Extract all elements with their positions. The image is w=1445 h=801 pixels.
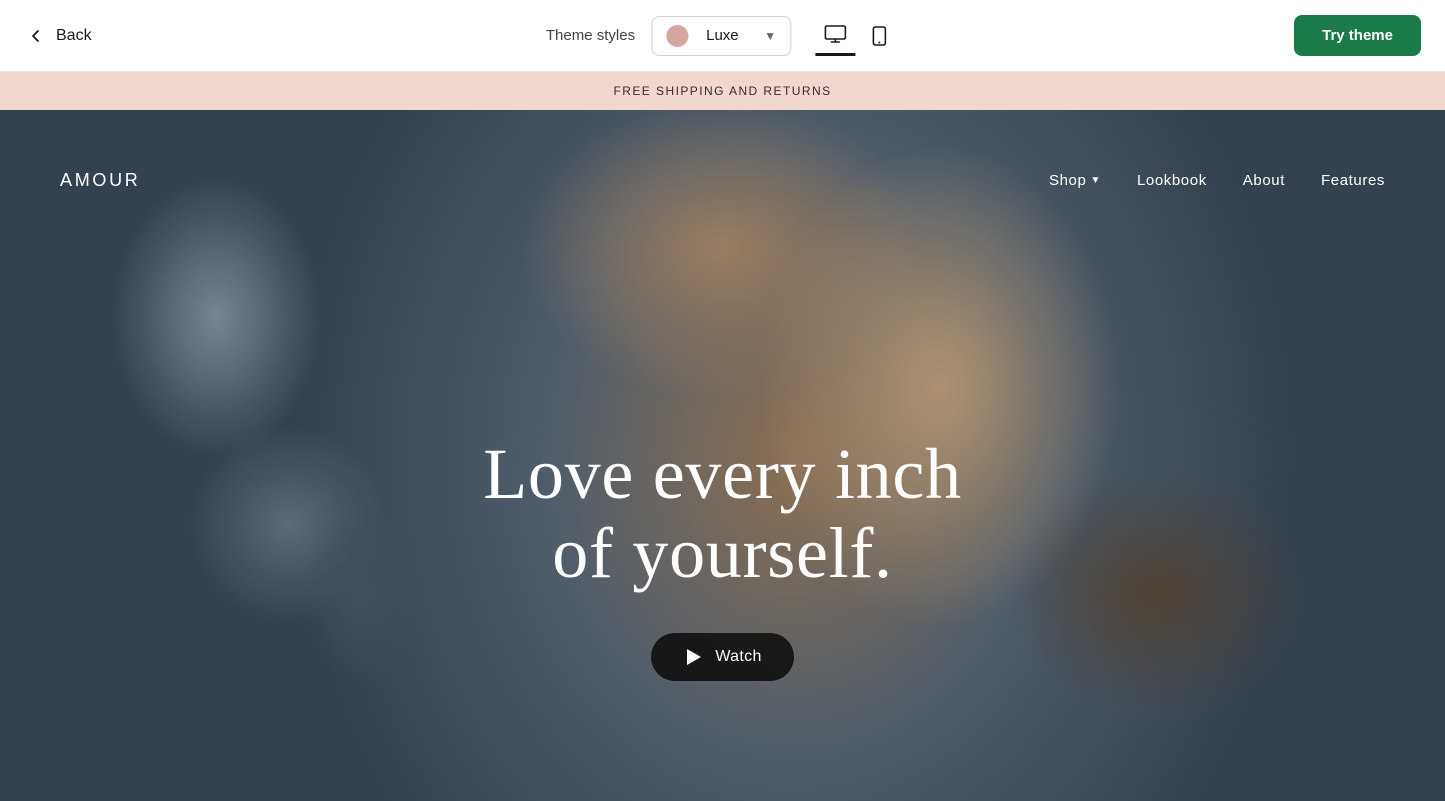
- store-nav-links: Shop ▼ Lookbook About Features: [1049, 172, 1385, 189]
- watch-label: Watch: [715, 648, 761, 666]
- nav-shop-label: Shop: [1049, 172, 1086, 189]
- try-theme-button[interactable]: Try theme: [1294, 15, 1421, 56]
- hero-title: Love every inch of yourself.: [0, 435, 1445, 593]
- preview-area: FREE SHIPPING AND RETURNS AMOUR Shop ▼ L…: [0, 72, 1445, 801]
- theme-color-swatch: [666, 25, 688, 47]
- announcement-bar: FREE SHIPPING AND RETURNS: [0, 72, 1445, 110]
- nav-about-label: About: [1243, 172, 1285, 189]
- nav-link-lookbook[interactable]: Lookbook: [1137, 172, 1207, 189]
- play-icon: [683, 647, 703, 667]
- theme-name: Luxe: [706, 27, 754, 44]
- nav-link-about[interactable]: About: [1243, 172, 1285, 189]
- nav-features-label: Features: [1321, 172, 1385, 189]
- watch-button[interactable]: Watch: [651, 633, 793, 681]
- nav-link-shop[interactable]: Shop ▼: [1049, 172, 1101, 189]
- hero-section: AMOUR Shop ▼ Lookbook About Features: [0, 110, 1445, 801]
- toolbar-center: Theme styles Luxe ▼: [546, 16, 899, 56]
- mobile-device-button[interactable]: [859, 16, 899, 56]
- toolbar: Back Theme styles Luxe ▼: [0, 0, 1445, 72]
- store-nav: AMOUR Shop ▼ Lookbook About Features: [0, 148, 1445, 213]
- announcement-text: FREE SHIPPING AND RETURNS: [613, 84, 831, 98]
- device-toggle-group: [815, 16, 899, 56]
- back-arrow-icon[interactable]: [24, 24, 48, 48]
- shop-chevron-icon: ▼: [1090, 175, 1101, 186]
- nav-link-features[interactable]: Features: [1321, 172, 1385, 189]
- toolbar-left: Back: [24, 24, 92, 48]
- play-triangle: [687, 649, 701, 665]
- hero-content: Love every inch of yourself. Watch: [0, 435, 1445, 681]
- back-button[interactable]: Back: [56, 27, 92, 45]
- hero-title-line2: of yourself.: [552, 513, 893, 593]
- theme-styles-dropdown[interactable]: Luxe ▼: [651, 16, 791, 56]
- theme-styles-label: Theme styles: [546, 27, 635, 44]
- hero-title-line1: Love every inch: [483, 434, 962, 514]
- chevron-down-icon: ▼: [764, 29, 776, 43]
- desktop-device-button[interactable]: [815, 16, 855, 56]
- store-logo: AMOUR: [60, 170, 141, 191]
- nav-lookbook-label: Lookbook: [1137, 172, 1207, 189]
